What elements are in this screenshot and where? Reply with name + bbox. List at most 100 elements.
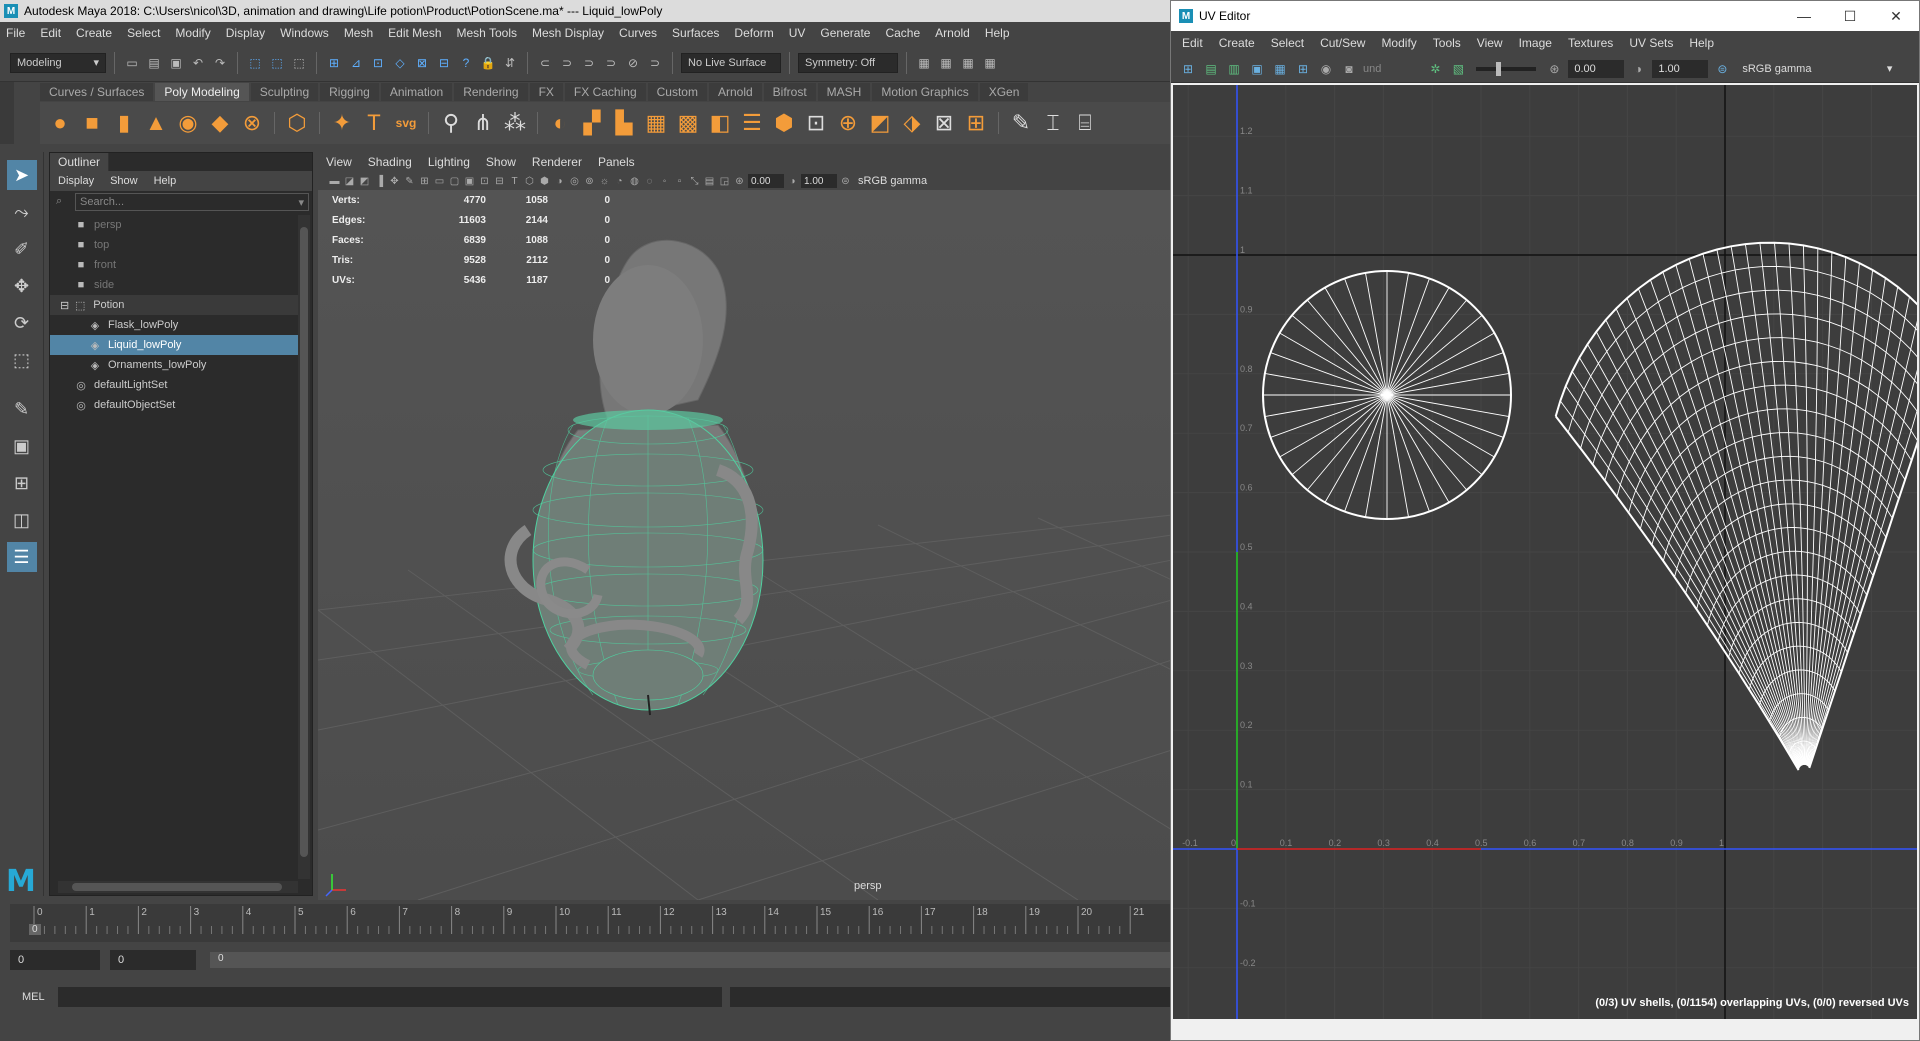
- platonic-solid-icon[interactable]: ⬡: [283, 109, 311, 137]
- uv-exposure-field[interactable]: 0.00: [1568, 59, 1625, 78]
- viewport-menu-renderer[interactable]: Renderer: [532, 155, 582, 169]
- outliner-item-liquid-lowpoly[interactable]: ◈ Liquid_lowPoly: [50, 335, 298, 355]
- menu-modify[interactable]: Modify: [175, 26, 210, 40]
- render-frame-icon[interactable]: ⊃: [558, 54, 576, 72]
- uv-display-icon[interactable]: ◉: [1317, 60, 1335, 78]
- outliner-item-ornaments-lowpoly[interactable]: ◈ Ornaments_lowPoly: [50, 355, 298, 375]
- uv-distortion-icon[interactable]: ▧: [1449, 60, 1467, 78]
- combine-icon[interactable]: ◐: [546, 109, 574, 137]
- ipr-render-icon[interactable]: ⊃: [580, 54, 598, 72]
- lock-icon[interactable]: 🔒: [479, 54, 497, 72]
- viewport-menu-panels[interactable]: Panels: [598, 155, 635, 169]
- isolate-select-icon[interactable]: ▫: [673, 175, 686, 188]
- smooth-icon[interactable]: ▦: [642, 109, 670, 137]
- menu-mesh-tools[interactable]: Mesh Tools: [457, 26, 517, 40]
- menu-uv[interactable]: UV: [789, 26, 806, 40]
- outliner-item-defaultobjectset[interactable]: ◎ defaultObjectSet: [50, 395, 298, 415]
- shelf-tab-sculpting[interactable]: Sculpting: [250, 83, 319, 101]
- shelf-tab-rendering[interactable]: Rendering: [454, 83, 528, 101]
- range-bar[interactable]: 0: [210, 952, 1172, 968]
- single-perspective-icon[interactable]: ▣: [7, 431, 37, 461]
- select-object-icon[interactable]: ⬚: [268, 54, 286, 72]
- poly-svg-icon[interactable]: svg: [392, 109, 420, 137]
- range-start-field[interactable]: 0: [10, 950, 100, 970]
- merge-icon[interactable]: ⬗: [898, 109, 926, 137]
- outliner-item-defaultlightset[interactable]: ◎ defaultLightSet: [50, 375, 298, 395]
- mel-input[interactable]: [58, 987, 722, 1007]
- potion-model[interactable]: [504, 239, 764, 716]
- uv-shell-icon[interactable]: ▥: [1225, 60, 1243, 78]
- viewport-menu-show[interactable]: Show: [486, 155, 516, 169]
- menu-curves[interactable]: Curves: [619, 26, 657, 40]
- menu-windows[interactable]: Windows: [280, 26, 329, 40]
- poly-type-icon[interactable]: T: [360, 109, 388, 137]
- outliner-tab[interactable]: Outliner: [50, 153, 110, 171]
- viewport-menu-shading[interactable]: Shading: [368, 155, 412, 169]
- lighting-icon[interactable]: ☼: [598, 175, 611, 188]
- color-management-icon[interactable]: ⊜: [1713, 60, 1731, 78]
- outliner-search-input[interactable]: Search... ▾: [75, 193, 309, 211]
- render-icon[interactable]: ▦: [915, 54, 933, 72]
- select-tool-icon[interactable]: ➤: [6, 160, 37, 190]
- shelf-tab-custom[interactable]: Custom: [647, 83, 707, 101]
- outliner-layout-icon[interactable]: ☰: [6, 542, 37, 572]
- open-scene-icon[interactable]: ▤: [145, 54, 163, 72]
- snap-grid-icon[interactable]: ⊞: [325, 54, 343, 72]
- minimize-icon[interactable]: —: [1781, 1, 1827, 31]
- shelf-tab-bifrost[interactable]: Bifrost: [763, 83, 816, 101]
- search-icon[interactable]: ⌕: [56, 195, 70, 209]
- construction-history-icon[interactable]: ⊂: [536, 54, 554, 72]
- menu-select[interactable]: Select: [127, 26, 160, 40]
- gate-mask-icon[interactable]: ▣: [463, 175, 476, 188]
- uv-menu-tools[interactable]: Tools: [1433, 36, 1461, 50]
- safe-action-icon[interactable]: ⊟: [493, 175, 506, 188]
- uv-menu-image[interactable]: Image: [1519, 36, 1552, 50]
- menu-surfaces[interactable]: Surfaces: [672, 26, 719, 40]
- sculpt-icon[interactable]: ⚲: [437, 109, 465, 137]
- uv-color-space-dropdown[interactable]: sRGB gamma ▾: [1736, 59, 1897, 78]
- bevel-tool-icon[interactable]: ◩: [866, 109, 894, 137]
- uv-menu-create[interactable]: Create: [1219, 36, 1255, 50]
- super-shape-icon[interactable]: ✦: [328, 109, 356, 137]
- shelf-options-strip[interactable]: [0, 82, 14, 144]
- lasso-tool-icon[interactable]: ⤳: [7, 197, 37, 227]
- menu-arnold[interactable]: Arnold: [935, 26, 970, 40]
- resolution-gate-icon[interactable]: ▢: [448, 175, 461, 188]
- grid-icon[interactable]: ⊞: [418, 175, 431, 188]
- menu-display[interactable]: Display: [226, 26, 265, 40]
- render-settings-window-icon[interactable]: ▦: [959, 54, 977, 72]
- outliner-item-flask-lowpoly[interactable]: ◈ Flask_lowPoly: [50, 315, 298, 335]
- safe-title-icon[interactable]: T: [508, 175, 521, 188]
- outliner-item-potion[interactable]: ⊟ ⬚ Potion: [50, 295, 298, 315]
- shelf-tab-mash[interactable]: MASH: [817, 83, 871, 101]
- collapse-icon[interactable]: ⊟: [60, 299, 69, 312]
- menu-generate[interactable]: Generate: [820, 26, 870, 40]
- menu-create[interactable]: Create: [76, 26, 112, 40]
- shelf-tab-animation[interactable]: Animation: [380, 83, 453, 101]
- shelf-tab-fx-caching[interactable]: FX Caching: [564, 83, 646, 101]
- uv-gamma-field[interactable]: 1.00: [1652, 59, 1709, 78]
- center-pivot-icon[interactable]: ⊞: [962, 109, 990, 137]
- xray-joints-icon[interactable]: ⤡: [688, 175, 701, 188]
- shadows-icon[interactable]: ◔: [613, 175, 626, 188]
- input-output-icon[interactable]: ⇵: [501, 54, 519, 72]
- bookmark-icon[interactable]: ◩: [358, 175, 371, 188]
- time-slider[interactable]: 0 1 2 3 4 5 6 7 8 9 10 11 12 13 14 15 16 17 18 19 20 21 0: [10, 904, 1172, 942]
- gamma-icon[interactable]: ◑: [1629, 60, 1647, 78]
- help-line-icon[interactable]: ?: [457, 54, 475, 72]
- motion-blur-icon[interactable]: ◌: [643, 175, 656, 188]
- four-view-icon[interactable]: ⊞: [7, 468, 37, 498]
- command-language-label[interactable]: MEL: [0, 991, 58, 1003]
- shelf-tab-rigging[interactable]: Rigging: [320, 83, 379, 101]
- shelf-tab-arnold[interactable]: Arnold: [708, 83, 762, 101]
- ambient-occlusion-icon[interactable]: ◍: [628, 175, 641, 188]
- menu-file[interactable]: File: [6, 26, 25, 40]
- snap-view-icon[interactable]: ◇: [391, 54, 409, 72]
- reduce-icon[interactable]: ◧: [706, 109, 734, 137]
- uv-grid-icon[interactable]: ▦: [1271, 60, 1289, 78]
- fill-hole-icon[interactable]: ⊕: [834, 109, 862, 137]
- range-inner-start-field[interactable]: 0: [110, 950, 196, 970]
- scatter-icon[interactable]: ⁂: [501, 109, 529, 137]
- outliner-menu-help[interactable]: Help: [154, 175, 177, 187]
- maximize-icon[interactable]: ☐: [1827, 1, 1873, 31]
